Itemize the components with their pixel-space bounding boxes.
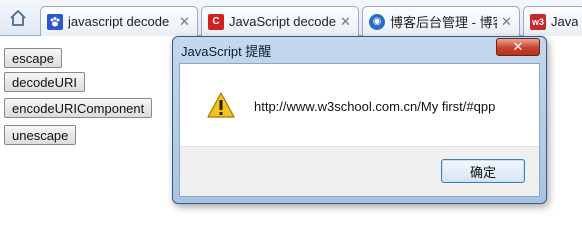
tab-title: JavaScript decode: [229, 14, 336, 29]
tab-close-icon[interactable]: ✕: [340, 14, 352, 30]
tab-title: JavaScr: [551, 14, 578, 29]
home-icon[interactable]: [6, 6, 30, 30]
warning-icon: [206, 91, 236, 119]
tab-javascript-decode-2[interactable]: C JavaScript decode ✕: [201, 6, 359, 36]
close-icon[interactable]: ✕: [496, 38, 540, 56]
escape-button[interactable]: escape: [4, 48, 62, 68]
alert-dialog: JavaScript 提醒 ✕ http://www.w3school.com.…: [172, 36, 547, 204]
encodeuricomponent-button[interactable]: encodeURIComponent: [4, 98, 153, 118]
tab-close-icon[interactable]: ✕: [179, 14, 191, 30]
dialog-footer: 确定: [180, 146, 539, 196]
tab-title: javascript decode: [68, 14, 170, 29]
browser-tab-strip: javascript decode ✕ C JavaScript decode …: [0, 0, 582, 36]
tab-close-icon[interactable]: ✕: [501, 14, 513, 30]
paw-icon: [47, 13, 63, 30]
ok-button[interactable]: 确定: [441, 159, 525, 183]
unescape-button[interactable]: unescape: [4, 125, 77, 145]
blog-icon: ◉: [369, 13, 385, 30]
tab-javascript-w3[interactable]: w3 JavaScr: [523, 6, 582, 36]
c-logo-icon: C: [208, 13, 224, 30]
decodeuri-button[interactable]: decodeURI: [4, 72, 86, 92]
dialog-message: http://www.w3school.com.cn/My first/#qpp: [254, 99, 496, 114]
dialog-body: http://www.w3school.com.cn/My first/#qpp…: [179, 63, 540, 197]
w3-icon: w3: [530, 13, 546, 30]
tab-title: 博客后台管理 - 博客: [390, 15, 497, 30]
dialog-title: JavaScript 提醒: [181, 44, 272, 59]
tab-blog-admin[interactable]: ◉ 博客后台管理 - 博客 ✕: [362, 6, 520, 36]
tab-javascript-decode-1[interactable]: javascript decode ✕: [40, 6, 198, 36]
